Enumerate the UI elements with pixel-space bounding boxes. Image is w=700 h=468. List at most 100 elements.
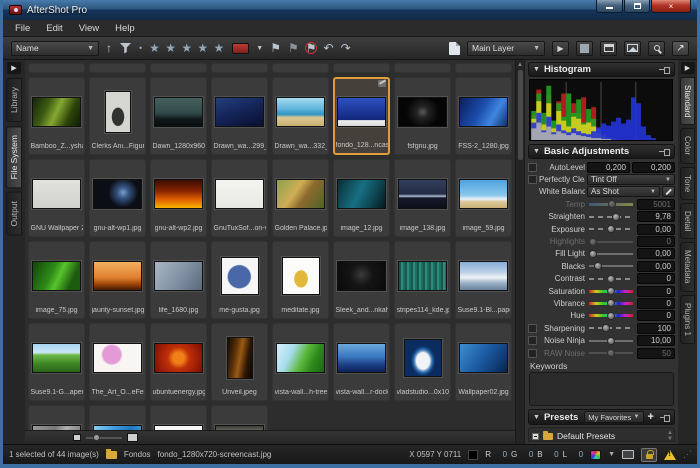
scroll-down-icon[interactable]: ▼ [667,436,673,442]
thumbnail-cell[interactable]: image_59.jpg [455,159,512,237]
left-panel-expander[interactable]: ▶ [7,62,21,74]
slider-saturation[interactable] [589,290,633,293]
image-view-icon[interactable] [624,41,641,56]
value-field[interactable]: 0 [637,273,675,284]
warning-icon[interactable] [664,450,676,460]
thumbnail-cell[interactable]: stripes114_kde.jpg [394,241,451,319]
browse-view-icon[interactable] [600,41,617,56]
menu-item-view[interactable]: View [71,21,107,36]
color-management-icon[interactable] [590,450,601,460]
collapse-box-icon[interactable] [532,433,539,440]
slider-thumb[interactable] [607,225,615,233]
thumbnail-cell[interactable]: vista-wall...r-dock.jpg [333,323,390,401]
thumbnail-cell[interactable] [28,63,85,73]
panel-tab-tone[interactable]: Tone [680,167,695,200]
thumbnail-cell[interactable]: Golden Palace.jpg [272,159,329,237]
flag-finished-icon[interactable]: ⚑ [288,42,299,54]
thumbnail-view-icon[interactable] [576,41,593,56]
thumbnail-cell[interactable]: gnu-alt-wp1.jpg [89,159,146,237]
thumbnail-cell[interactable]: Drawn_wa...332_.jpg [272,77,329,155]
thumbnail-cell[interactable]: gnu-alt-wp2.jpg [150,159,207,237]
panel-tab-color[interactable]: Color [680,128,695,163]
value-field[interactable]: 0 [637,236,675,247]
thumbnail-cell[interactable]: FSS-2_1280.jpg [455,77,512,155]
menu-item-edit[interactable]: Edit [38,21,70,36]
thumbnail-cell[interactable]: Drawn_wa...299_.jpg [211,77,268,155]
slider-thumb[interactable] [607,349,615,357]
close-button[interactable]: × [651,0,691,13]
dropdown-white-balance[interactable]: As Shot▼ [587,186,660,197]
presets-favorites-dropdown[interactable]: My Favorites ▼ [584,411,643,423]
thumbnail-cell[interactable]: vladstudio...0x1004.jpg [394,323,451,401]
value-field[interactable]: 0,00 [637,248,675,259]
thumbnail-cell[interactable]: GNU Wallpaper 2.jpg [28,159,85,237]
filter-icon[interactable] [119,42,132,54]
value-field[interactable]: 50 [637,348,675,359]
value-field[interactable]: 0 [637,298,675,309]
value-field[interactable]: 0,00 [637,224,675,235]
maximize-button[interactable] [624,0,650,13]
thumbnail-cell[interactable] [150,405,207,430]
slider-thumb[interactable] [608,200,616,208]
checkbox-raw-noise[interactable] [528,349,537,358]
thumbnail-cell[interactable] [272,63,329,73]
collapse-triangle-icon[interactable]: ▼ [533,66,540,73]
color-label-caret-icon[interactable]: ▼ [256,45,263,52]
color-label-swatch[interactable] [232,43,249,54]
sidebar-tab-output[interactable]: Output [6,192,22,236]
thumbnail-cell[interactable]: Clerks Ani...Figure.jpg [89,77,146,155]
value-field[interactable]: 5001 [637,199,675,210]
minimize-button[interactable] [596,0,623,13]
value-field[interactable]: 0,00 [637,261,675,272]
thumbnail-cell[interactable]: image_12.jpg [333,159,390,237]
thumbnail-cell[interactable] [211,405,268,430]
add-preset-button[interactable]: + [648,411,654,423]
panel-tab-plugins-1[interactable]: Plugins 1 [680,295,695,344]
slider-noise-ninja[interactable] [589,340,633,342]
thumbnail-cell[interactable] [333,63,390,73]
thumbnail-cell[interactable]: fondo_128...ncast.jpg [333,77,390,155]
thumbnail-cell[interactable] [455,63,512,73]
chevron-down-icon[interactable]: ▼ [608,451,615,458]
lock-toggle[interactable] [641,448,657,462]
pin-icon[interactable] [659,148,670,155]
thumbnail-cell[interactable]: Wallpaper02.jpg [455,323,512,401]
pin-icon[interactable] [660,414,670,421]
slider-exposure[interactable] [589,228,633,230]
slider-highlights[interactable] [589,241,633,243]
menu-item-help[interactable]: Help [107,21,143,36]
thumbnail-cell[interactable]: Unveil.jpeg [211,323,268,401]
panel-tab-standard[interactable]: Standard [680,77,695,125]
star-rating-icons[interactable]: ★ ★ ★ ★ ★ [149,41,225,55]
slideshow-icon[interactable]: ▶ [552,41,569,56]
thumbnail-cell[interactable] [211,63,268,73]
collapse-triangle-icon[interactable]: ▼ [533,414,540,421]
thumbnail-cell[interactable]: fsfgnu.jpg [394,77,451,155]
pin-icon[interactable] [659,66,670,73]
thumbnail-cell[interactable]: life_1680.jpg [150,241,207,319]
slider-contrast[interactable] [589,278,633,280]
thumbnail-cell[interactable]: me-gusta.jpg [211,241,268,319]
sort-by-dropdown[interactable]: Name ▼ [11,41,99,56]
fullscreen-icon[interactable]: ↗ [672,41,689,56]
slider-thumb[interactable] [607,299,615,307]
slider-thumb[interactable] [607,312,615,320]
slider-thumb[interactable] [607,337,615,345]
rotate-left-icon[interactable]: ↶ [324,42,334,54]
layers-icon[interactable] [449,42,460,55]
large-thumbnails-icon[interactable] [127,433,138,442]
right-panel-expander[interactable]: ▶ [681,62,695,74]
slider-blacks[interactable] [589,265,633,267]
collapse-triangle-icon[interactable]: ▼ [533,148,540,155]
dropdown-perfectly-clear[interactable]: Tint Off▼ [587,174,675,185]
thumbnail-cell[interactable]: ubuntuenergy.jpg [150,323,207,401]
thumbnail-cell[interactable]: Suse9.1-G...apers.jpg [28,323,85,401]
slider-hue[interactable] [589,314,633,317]
layer-dropdown[interactable]: Main Layer ▼ [467,41,545,56]
sort-direction-icon[interactable]: ↑ [106,42,112,54]
checkbox-autolevel[interactable] [528,163,537,172]
scroll-up-icon[interactable]: ▲ [517,60,523,70]
keywords-input[interactable] [529,372,674,406]
checkbox-perfectly-clear[interactable] [528,175,537,184]
thumbnail-cell[interactable]: jaunty-sunset.jpg [89,241,146,319]
